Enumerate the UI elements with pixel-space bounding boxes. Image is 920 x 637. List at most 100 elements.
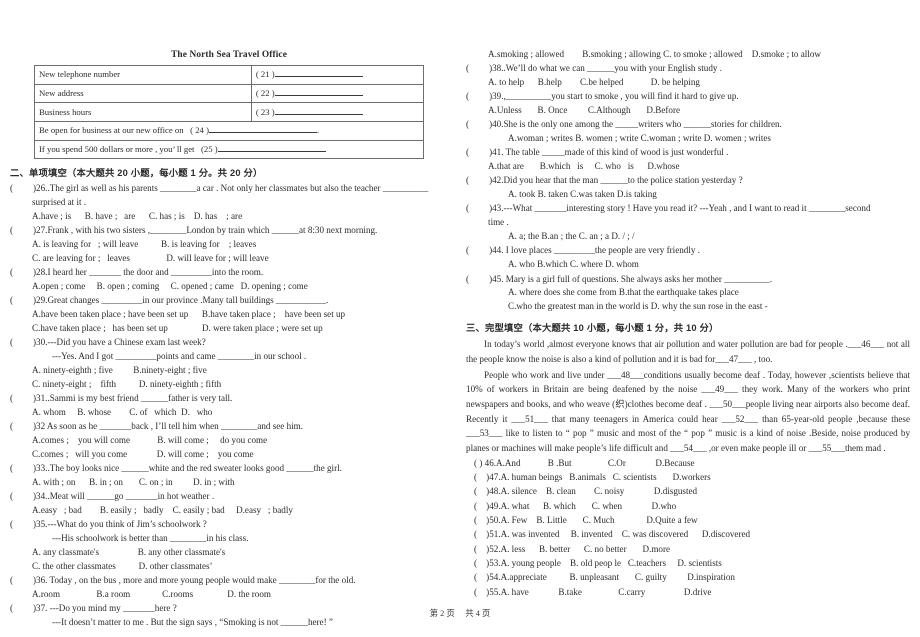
question-stem: ()36. Today , on the bus , more and more… — [10, 575, 356, 586]
question-options[interactable]: A. is leaving for ; will leave B. is lea… — [10, 238, 448, 252]
question-35: ()35.---What do you think of Jim’s schoo… — [10, 518, 448, 573]
answer-blank[interactable] — [274, 68, 363, 78]
blank-number: ( 24 ) — [190, 125, 209, 136]
answer-blank[interactable] — [274, 87, 363, 97]
question-options[interactable]: A.easy ; bad B. easily ; badly C. easily… — [10, 504, 448, 518]
exam-page: The North Sea Travel Office New telephon… — [0, 0, 920, 637]
table-cell-wide: Be open for business at our new office o… — [34, 121, 425, 141]
answer-blank[interactable] — [274, 106, 363, 115]
cloze-option-49[interactable]: ( )49.A. what B. which C. when D.who — [466, 500, 910, 514]
question-number: )36. — [33, 575, 48, 586]
question-options[interactable]: C.who the greatest man in the world is D… — [466, 300, 910, 314]
question-text: .The girl as well as his parents _______… — [47, 183, 429, 194]
cloze-option-53[interactable]: ( )53.A. young people B. old peop le C.t… — [466, 557, 910, 571]
question-32: ()32 As soon as he _______back , I’ll te… — [10, 420, 448, 461]
question-30: ()30.---Did you have a Chinese exam last… — [10, 336, 448, 391]
blank-number: (25 ) — [201, 143, 218, 154]
question-33: ()33..The boy looks nice ______white and… — [10, 462, 448, 490]
cloze-option-48[interactable]: ( )48.A. silence B. clean C. noisy D.dis… — [466, 485, 910, 499]
cloze-option-51[interactable]: ( )51.A. was invented B. invented C. was… — [466, 528, 910, 542]
cloze-option-46[interactable]: ( ) 46.A.And B .But C.Or D.Because — [466, 457, 910, 471]
question-text: ,__________you start to smoke , you will… — [503, 90, 739, 101]
question-continuation: ---His schoolwork is better than _______… — [52, 533, 249, 544]
question-options[interactable]: C. ninety-eight ; fifth D. ninety-eighth… — [10, 378, 448, 392]
question-options[interactable]: A. where does she come from B.that the e… — [466, 286, 910, 300]
question-stem: ()45. Mary is a girl full of questions. … — [466, 273, 772, 284]
question-number: )38. — [489, 62, 504, 73]
question-41: ()41. The table _____made of this kind o… — [466, 146, 910, 174]
question-options[interactable]: A. to help B.help C.be helped D. be help… — [466, 76, 910, 90]
question-text: She is the only one among the _____write… — [503, 119, 782, 130]
cloze-option-52[interactable]: ( )52.A. less B. better C. no better D.m… — [466, 543, 910, 557]
two-column-layout: The North Sea Travel Office New telephon… — [10, 48, 910, 630]
question-options[interactable]: A.room B.a room C.rooms D. the room — [10, 588, 448, 602]
question-39: ()39.,__________you start to smoke , you… — [466, 90, 910, 118]
table-row: New address ( 22 ) — [34, 83, 425, 104]
question-options[interactable]: A.Unless B. Once C.Although D.Before — [466, 104, 910, 118]
question-stem: ()38..We’ll do what we can ______you wit… — [466, 62, 722, 73]
table-row: If you spend 500 dollars or more , you’ … — [34, 139, 425, 160]
question-number: )44. — [489, 245, 504, 256]
question-34: ()34..Meat will ______go _______in hot w… — [10, 490, 448, 518]
answer-blank[interactable] — [217, 143, 326, 152]
question-options[interactable]: A.comes ; you will come B. will come ; d… — [10, 434, 448, 448]
cloze-option-47[interactable]: ( )47.A. human beings B.animals C. scien… — [466, 471, 910, 485]
question-options[interactable]: C.comes ; will you come D. will come ; y… — [10, 448, 448, 462]
question-options[interactable]: A. who B.which C. where D. whom — [466, 258, 910, 272]
question-36: ()36. Today , on the bus , more and more… — [10, 574, 448, 602]
question-number: )29. — [33, 295, 48, 306]
row-text-after: . — [316, 125, 320, 136]
question-number: )31. — [33, 393, 48, 404]
question-stem: ()32 As soon as he _______back , I’ll te… — [10, 421, 304, 432]
question-options[interactable]: A.open ; come B. open ; coming C. opened… — [10, 280, 448, 294]
question-text: ---Did you have a Chinese exam last week… — [47, 337, 206, 348]
cloze-option-54[interactable]: ( )54.A.appreciate B. unpleasant C. guil… — [466, 571, 910, 585]
question-options[interactable]: A.have ; is B. have ; are C. has ; is D.… — [10, 210, 448, 224]
question-stem: ()35.---What do you think of Jim’s schoo… — [10, 519, 207, 530]
question-number: )32 — [33, 421, 46, 432]
page-footer: 第 2 页 共 4 页 — [429, 609, 491, 618]
question-options[interactable]: C. the other classmates D. other classma… — [10, 560, 448, 574]
question-options[interactable]: A. with ; on B. in ; on C. on ; in D. in… — [10, 476, 448, 490]
table-row: Be open for business at our new office o… — [34, 121, 425, 141]
question-number: )34. — [33, 491, 48, 502]
question-options[interactable]: A.have been taken place ; have been set … — [10, 308, 448, 322]
question-text: .Meat will ______go _______in hot weathe… — [47, 491, 215, 502]
question-options[interactable]: A.woman ; writes B. women ; write C.woma… — [466, 132, 910, 146]
question-stem: ()40.She is the only one among the _____… — [466, 119, 782, 130]
question-number: )33. — [33, 463, 48, 474]
question-37-options[interactable]: A.smoking ; allowed B.smoking ; allowing… — [466, 48, 910, 62]
question-number: )28. — [33, 267, 48, 278]
question-40: ()40.She is the only one among the _____… — [466, 118, 910, 146]
question-text: .Sammi is my best friend ______father is… — [47, 393, 233, 404]
cloze-option-50[interactable]: ( )50.A. Few B. Little C. Much D.Quite a… — [466, 514, 910, 528]
left-column: The North Sea Travel Office New telephon… — [10, 48, 448, 630]
cloze-option-55[interactable]: ( )55.A. have B.take C.carry D.drive — [466, 586, 910, 600]
question-42: ()42.Did you hear that the man ______to … — [466, 174, 910, 202]
question-continuation: ---Yes. And I got _________points and ca… — [52, 351, 307, 362]
question-number: )41. — [489, 147, 504, 158]
question-text: As soon as he _______back , I’ll tell hi… — [45, 421, 304, 432]
question-stem: ()30.---Did you have a Chinese exam last… — [10, 337, 206, 348]
question-43: ()43.---What _______interesting story ! … — [466, 202, 910, 243]
question-text: The table _____made of this kind of wood… — [503, 147, 729, 158]
question-options[interactable]: C. are leaving for ; leaves D. will leav… — [10, 252, 448, 266]
question-29: ()29.Great changes _________in our provi… — [10, 294, 448, 335]
question-44: ()44. I love places _________the people … — [466, 244, 910, 272]
question-options[interactable]: A.that are B.which is C. who is D.whose — [466, 160, 910, 174]
question-options[interactable]: A. took B. taken C.was taken D.is taking — [466, 188, 910, 202]
table-row: Business hours ( 23 ) — [34, 102, 425, 123]
question-options[interactable]: C.have taken place ; has been set up D. … — [10, 322, 448, 336]
row-text-before: Be open for business at our new office o… — [39, 125, 184, 136]
cloze-paragraph-1: In today’s world ,almost everyone knows … — [466, 339, 910, 364]
question-options[interactable]: A. a; the B.an ; the C. an ; a D. / ; / — [466, 230, 910, 244]
question-stem: ()39.,__________you start to smoke , you… — [466, 90, 739, 101]
question-options[interactable]: A. ninety-eighth ; five B.ninety-eight ;… — [10, 364, 448, 378]
question-38: ()38..We’ll do what we can ______you wit… — [466, 62, 910, 90]
question-text: Did you hear that the man ______to the p… — [503, 175, 743, 186]
question-options[interactable]: A. whom B. whose C. of which D. who — [10, 406, 448, 420]
table-row: New telephone number ( 21 ) — [34, 65, 425, 85]
section-3-heading: 三、完型填空（本大题共 10 小题，每小题 1 分，共 10 分） — [466, 322, 719, 333]
answer-blank[interactable] — [208, 124, 317, 134]
question-options[interactable]: A. any classmate's B. any other classmat… — [10, 546, 448, 560]
